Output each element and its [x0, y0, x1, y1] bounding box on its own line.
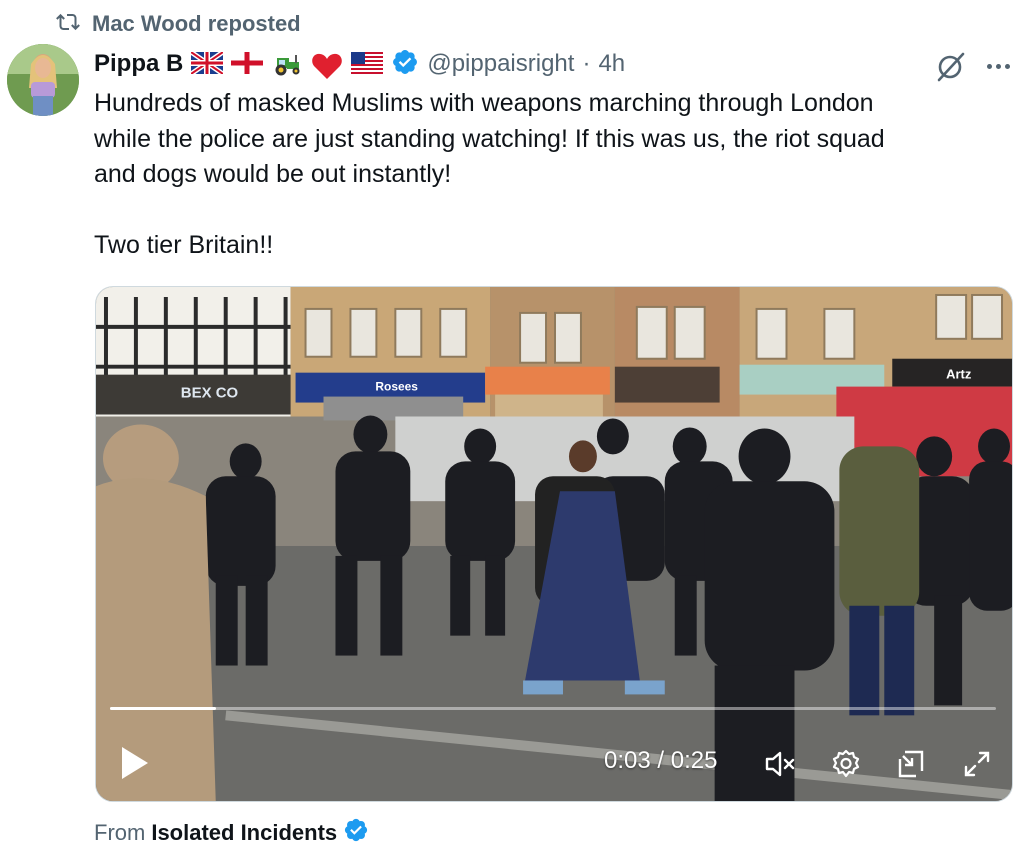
- uk-flag-icon: [189, 49, 225, 77]
- mute-icon[interactable]: [762, 747, 796, 781]
- more-options-icon[interactable]: [982, 52, 1014, 80]
- video-progress-fill: [110, 707, 217, 710]
- us-flag-icon: [351, 52, 384, 76]
- header-separator: ·: [582, 50, 591, 77]
- video-duration: 0:25: [670, 747, 718, 774]
- source-prefix: From: [94, 820, 146, 845]
- display-name[interactable]: Pippa B: [94, 50, 183, 78]
- video-source: From Isolated Incidents: [94, 817, 369, 849]
- tractor-icon: [271, 52, 303, 76]
- red-heart-icon: [311, 52, 343, 79]
- grok-icon[interactable]: [934, 50, 968, 84]
- verified-badge-icon: [343, 817, 369, 849]
- video-time-separator: /: [657, 747, 665, 774]
- video-current-time: 0:03: [604, 747, 651, 774]
- author-handle[interactable]: @pippaisright: [427, 50, 574, 78]
- video-progress-bar[interactable]: [110, 707, 996, 710]
- fullscreen-icon[interactable]: [960, 747, 994, 781]
- play-icon[interactable]: [118, 745, 150, 781]
- post-text-line: while the police are just standing watch…: [94, 124, 885, 153]
- post-text-line: Two tier Britain!!: [94, 231, 274, 259]
- shop-sign: Artz: [946, 367, 972, 382]
- avatar[interactable]: [7, 44, 79, 116]
- video-frame: BEX CO Rosees Artz: [96, 287, 1012, 801]
- picture-in-picture-icon[interactable]: [894, 747, 928, 781]
- settings-icon[interactable]: [829, 747, 863, 781]
- video-player[interactable]: BEX CO Rosees Artz 0:03 / 0:25: [95, 286, 1013, 802]
- repost-icon: [56, 10, 80, 39]
- video-time: 0:03 / 0:25: [604, 747, 717, 775]
- shop-sign: Rosees: [375, 380, 418, 394]
- post-header: Pippa B @pippaisright · 4h: [94, 46, 625, 82]
- verified-badge-icon[interactable]: [391, 48, 419, 81]
- post-text-line: Hundreds of masked Muslims with weapons …: [94, 89, 874, 117]
- shop-sign: BEX CO: [181, 385, 238, 402]
- repost-label: Mac Wood reposted: [92, 11, 301, 36]
- post-text: Hundreds of masked Muslims with weapons …: [94, 86, 994, 264]
- england-flag-icon: [231, 52, 264, 76]
- repost-indicator[interactable]: Mac Wood reposted: [56, 10, 301, 38]
- post-timestamp[interactable]: 4h: [598, 50, 625, 78]
- source-account-link[interactable]: Isolated Incidents: [151, 820, 337, 846]
- post-text-line: and dogs would be out instantly!: [94, 160, 452, 188]
